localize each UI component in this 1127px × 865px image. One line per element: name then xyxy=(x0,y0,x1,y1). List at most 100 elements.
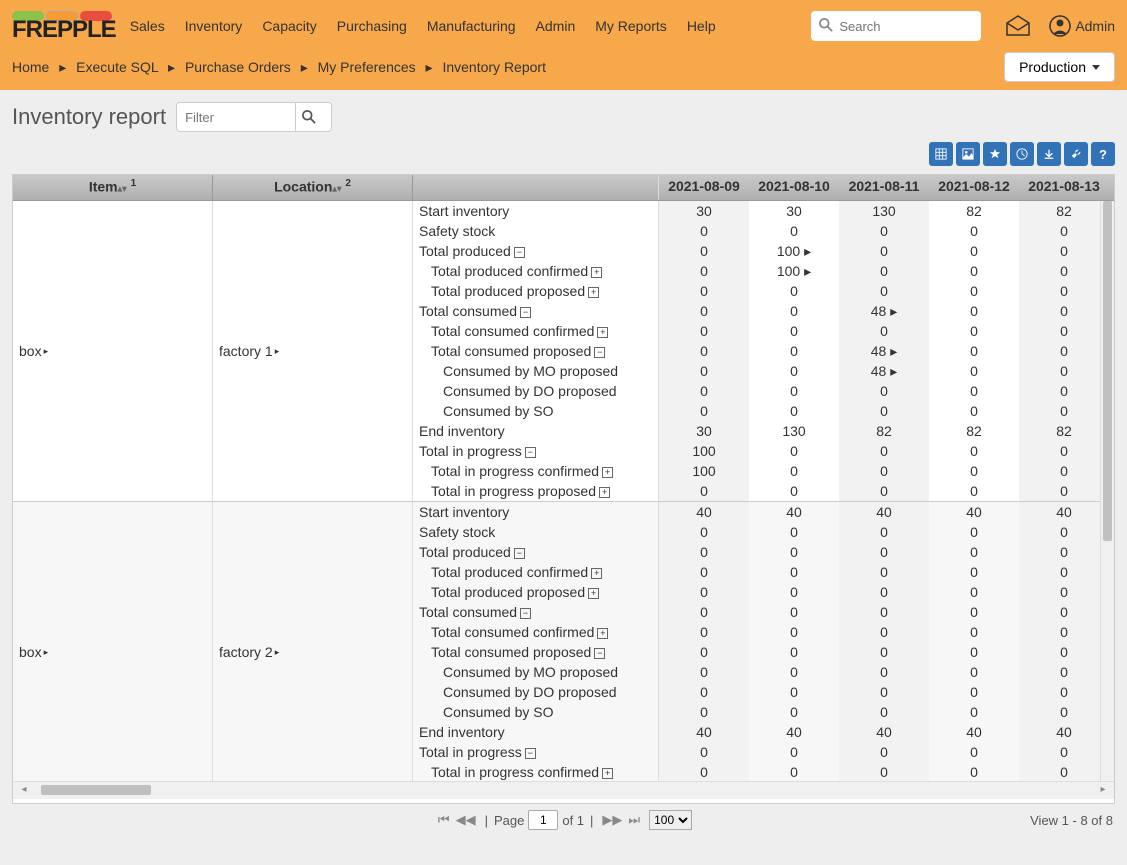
data-cell[interactable]: 0 xyxy=(1019,622,1109,642)
vertical-scrollbar[interactable] xyxy=(1100,201,1114,783)
pager-last-button[interactable]: ⏭ xyxy=(625,812,643,828)
data-cell[interactable]: 0 xyxy=(929,562,1019,582)
data-cell[interactable]: 0 xyxy=(929,762,1019,781)
collapse-icon[interactable]: − xyxy=(525,447,536,458)
scroll-right-icon[interactable]: ▸ xyxy=(1096,784,1110,795)
data-cell[interactable]: 0 xyxy=(839,742,929,762)
data-cell[interactable]: 0 xyxy=(749,221,839,241)
expand-icon[interactable]: + xyxy=(602,768,613,779)
data-cell[interactable]: 130 xyxy=(749,421,839,441)
data-cell[interactable]: 0 xyxy=(749,461,839,481)
cell-item[interactable]: box▸ xyxy=(13,502,213,781)
menu-sales[interactable]: Sales xyxy=(130,18,165,34)
data-cell[interactable]: 82 xyxy=(929,421,1019,441)
filter-input[interactable] xyxy=(176,102,296,132)
data-cell[interactable]: 0 xyxy=(839,321,929,341)
collapse-icon[interactable]: − xyxy=(520,608,531,619)
data-cell[interactable]: 0 xyxy=(749,662,839,682)
data-cell[interactable]: 0 xyxy=(659,602,749,622)
data-cell[interactable]: 0 xyxy=(659,361,749,381)
data-cell[interactable]: 0 xyxy=(659,562,749,582)
data-cell[interactable]: 0 xyxy=(749,381,839,401)
data-cell[interactable]: 0 xyxy=(839,542,929,562)
expand-icon[interactable]: + xyxy=(597,628,608,639)
column-header-date[interactable]: 2021-08-09 xyxy=(659,175,749,200)
environment-selector[interactable]: Production xyxy=(1004,52,1115,82)
data-cell[interactable]: 48 ▸ xyxy=(839,361,929,381)
data-cell[interactable]: 0 xyxy=(1019,582,1109,602)
cell-location[interactable]: factory 1▸ xyxy=(213,201,413,501)
expand-icon[interactable]: + xyxy=(591,267,602,278)
column-header-date[interactable]: 2021-08-11 xyxy=(839,175,929,200)
data-cell[interactable]: 0 xyxy=(659,301,749,321)
data-cell[interactable]: 0 xyxy=(929,441,1019,461)
data-cell[interactable]: 0 xyxy=(659,261,749,281)
data-cell[interactable]: 0 xyxy=(749,522,839,542)
data-cell[interactable]: 0 xyxy=(749,622,839,642)
data-cell[interactable]: 0 xyxy=(749,702,839,722)
data-cell[interactable]: 0 xyxy=(659,221,749,241)
data-cell[interactable]: 0 xyxy=(1019,261,1109,281)
data-cell[interactable]: 100 ▸ xyxy=(749,241,839,261)
data-cell[interactable]: 0 xyxy=(929,261,1019,281)
data-cell[interactable]: 0 xyxy=(839,582,929,602)
data-cell[interactable]: 0 xyxy=(839,481,929,501)
data-cell[interactable]: 0 xyxy=(839,221,929,241)
data-cell[interactable]: 0 xyxy=(929,542,1019,562)
data-cell[interactable]: 0 xyxy=(1019,301,1109,321)
expand-icon[interactable]: + xyxy=(591,568,602,579)
menu-admin[interactable]: Admin xyxy=(536,18,576,34)
toolbar-wrench-button[interactable] xyxy=(1064,142,1088,166)
data-cell[interactable]: 0 xyxy=(929,602,1019,622)
menu-inventory[interactable]: Inventory xyxy=(185,18,243,34)
data-cell[interactable]: 0 xyxy=(839,261,929,281)
data-cell[interactable]: 0 xyxy=(1019,281,1109,301)
expand-icon[interactable]: + xyxy=(602,467,613,478)
data-cell[interactable]: 0 xyxy=(929,341,1019,361)
data-cell[interactable]: 0 xyxy=(1019,562,1109,582)
data-cell[interactable]: 0 xyxy=(659,522,749,542)
data-cell[interactable]: 0 xyxy=(749,762,839,781)
menu-manufacturing[interactable]: Manufacturing xyxy=(427,18,516,34)
data-cell[interactable]: 0 xyxy=(929,301,1019,321)
data-cell[interactable]: 0 xyxy=(659,682,749,702)
data-cell[interactable]: 0 xyxy=(1019,762,1109,781)
data-cell[interactable]: 0 xyxy=(749,642,839,662)
data-cell[interactable]: 0 xyxy=(1019,522,1109,542)
data-cell[interactable]: 0 xyxy=(749,281,839,301)
cell-item[interactable]: box▸ xyxy=(13,201,213,501)
data-cell[interactable]: 40 xyxy=(839,502,929,522)
cell-location[interactable]: factory 2▸ xyxy=(213,502,413,781)
data-cell[interactable]: 0 xyxy=(929,742,1019,762)
data-cell[interactable]: 30 xyxy=(659,421,749,441)
data-cell[interactable]: 48 ▸ xyxy=(839,341,929,361)
pager-next-button[interactable]: ▶▶ xyxy=(599,812,625,828)
data-cell[interactable]: 0 xyxy=(659,702,749,722)
data-cell[interactable]: 0 xyxy=(839,281,929,301)
menu-capacity[interactable]: Capacity xyxy=(262,18,316,34)
data-cell[interactable]: 0 xyxy=(839,522,929,542)
breadcrumb-item[interactable]: Home xyxy=(12,59,49,75)
data-cell[interactable]: 0 xyxy=(749,441,839,461)
data-cell[interactable]: 0 xyxy=(929,461,1019,481)
data-cell[interactable]: 0 xyxy=(1019,702,1109,722)
data-cell[interactable]: 40 xyxy=(749,722,839,742)
toolbar-help-button[interactable]: ? xyxy=(1091,142,1115,166)
data-cell[interactable]: 0 xyxy=(659,401,749,421)
data-cell[interactable]: 100 xyxy=(659,441,749,461)
data-cell[interactable]: 0 xyxy=(659,321,749,341)
search-input[interactable] xyxy=(811,11,981,41)
data-cell[interactable]: 0 xyxy=(749,401,839,421)
horizontal-scrollbar[interactable]: ◂ ▸ xyxy=(13,781,1114,799)
data-cell[interactable]: 0 xyxy=(1019,461,1109,481)
data-cell[interactable]: 0 xyxy=(839,642,929,662)
inbox-icon[interactable] xyxy=(1005,15,1031,37)
data-cell[interactable]: 40 xyxy=(929,722,1019,742)
data-cell[interactable]: 40 xyxy=(1019,722,1109,742)
expand-icon[interactable]: + xyxy=(588,588,599,599)
collapse-icon[interactable]: − xyxy=(514,548,525,559)
pager-first-button[interactable]: ⏮ xyxy=(435,812,453,828)
data-cell[interactable]: 0 xyxy=(659,582,749,602)
toolbar-table-button[interactable] xyxy=(929,142,953,166)
data-cell[interactable]: 0 xyxy=(839,562,929,582)
